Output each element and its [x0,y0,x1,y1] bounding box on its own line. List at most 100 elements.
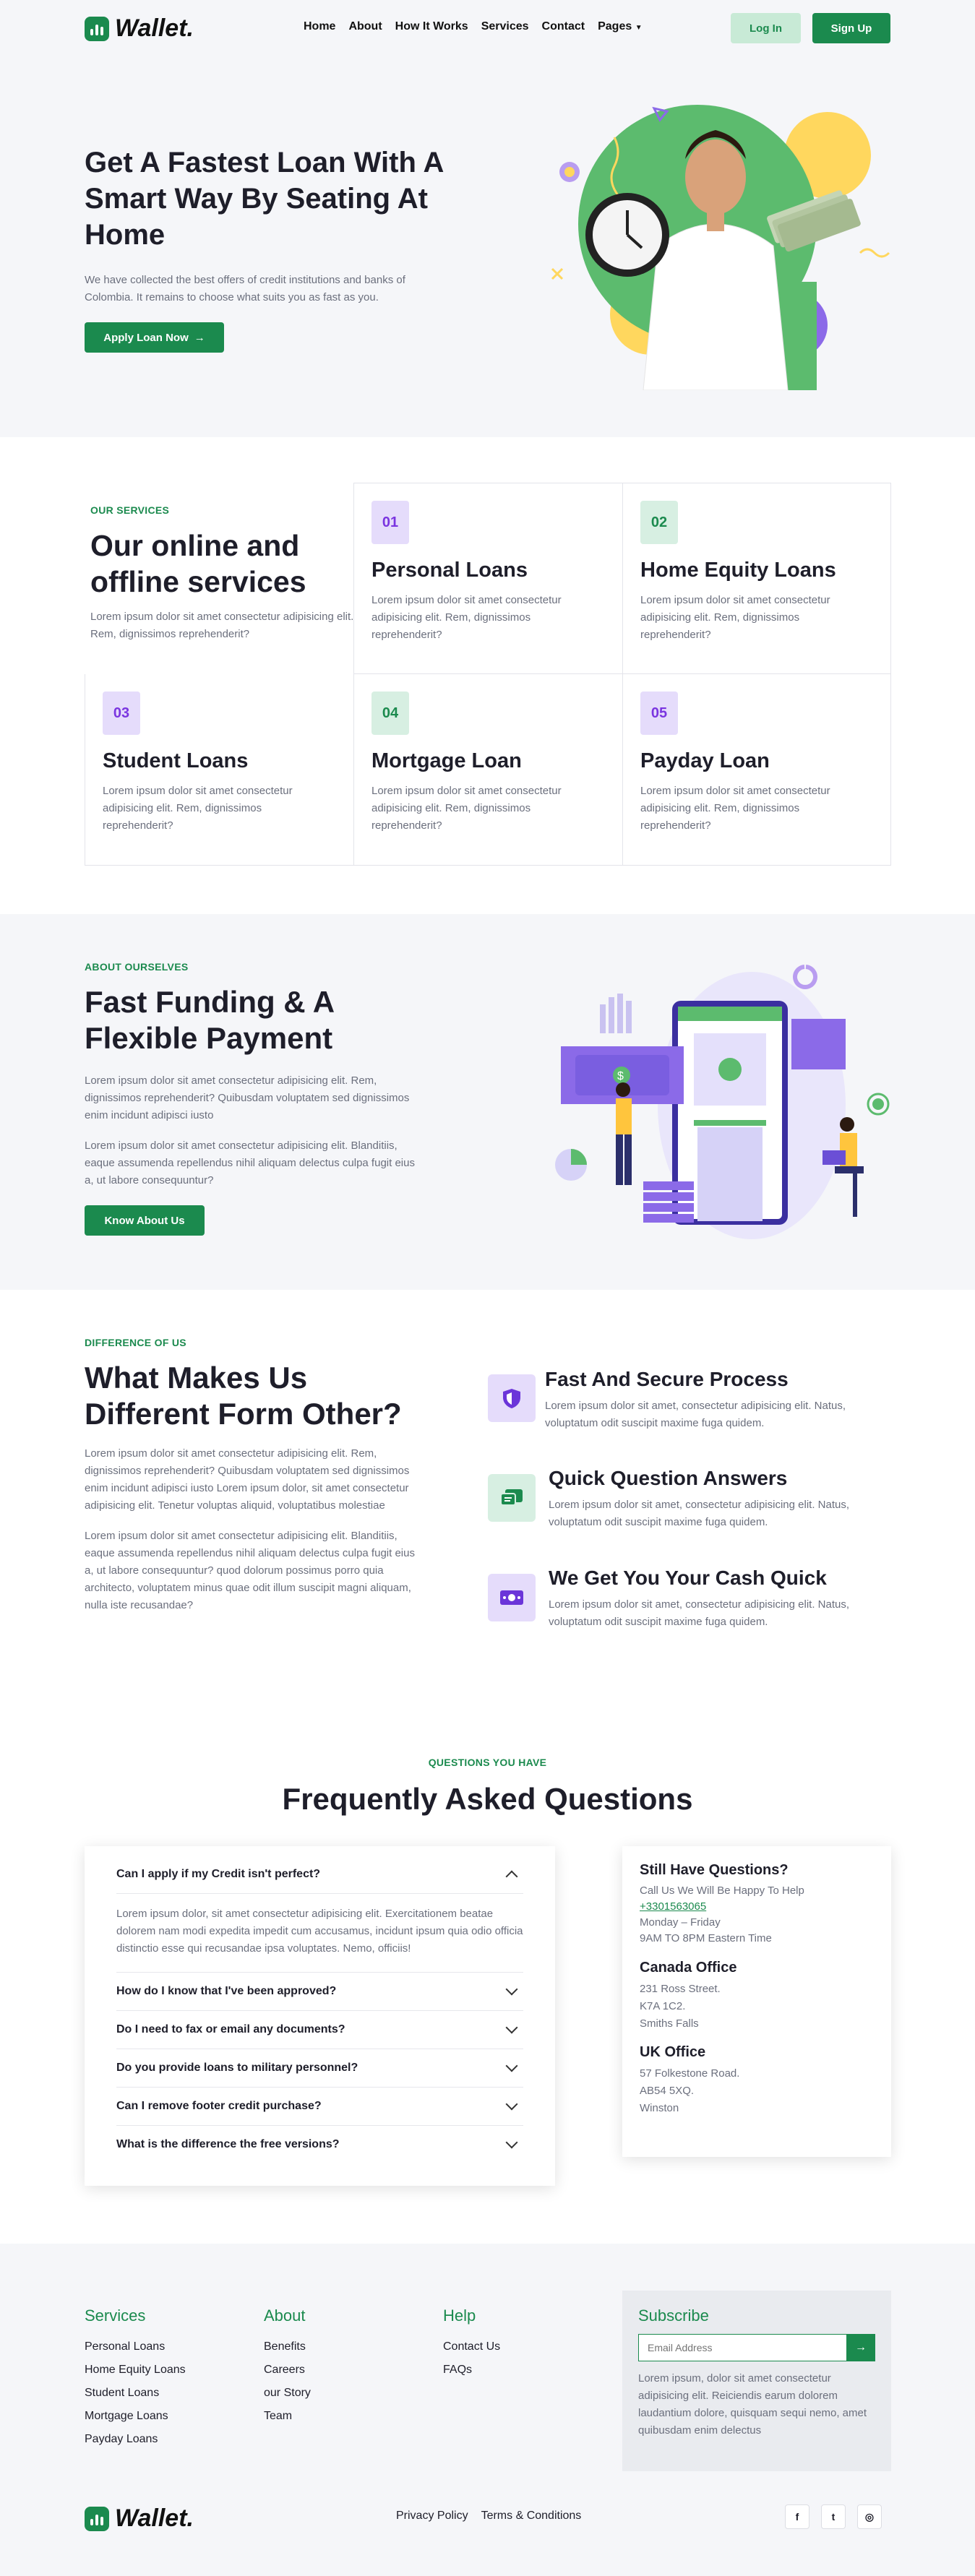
faq-question[interactable]: Do I need to fax or email any documents? [116,2010,523,2049]
faq-accordion: Can I apply if my Credit isn't perfect? … [85,1846,555,2186]
faq-question-text: What is the difference the free versions… [116,2138,340,2150]
subscribe-button[interactable]: → [846,2334,875,2361]
nav-services[interactable]: Services [481,20,529,33]
faq-answer: Lorem ipsum dolor, sit amet consectetur … [116,1893,523,1972]
contact-days: Monday – Friday [640,1916,721,1929]
difference-text-2: Lorem ipsum dolor sit amet consectetur a… [85,1530,415,1611]
uk-line: Winston [640,2102,679,2114]
service-desc: Lorem ipsum dolor sit amet consectetur a… [640,785,830,832]
social-links: f t ◎ [785,2504,882,2529]
service-card[interactable]: 04 Mortgage Loan Lorem ipsum dolor sit a… [353,674,623,866]
faq-question-text: Do I need to fax or email any documents? [116,2023,345,2036]
footer-link[interactable]: FAQs [443,2359,500,2382]
chevron-down-icon [505,2059,518,2072]
canada-line: Smiths Falls [640,2017,699,2030]
service-title: Student Loans [103,749,249,772]
faq-title: Frequently Asked Questions [282,1782,693,1816]
subscribe-text: Lorem ipsum, dolor sit amet consectetur … [638,2372,867,2437]
chevron-up-icon [505,1870,518,1882]
contact-title: Still Have Questions? [640,1862,789,1878]
services-title: Our online and offline services [90,529,306,598]
chevron-down-icon [505,2021,518,2034]
apply-loan-button[interactable]: Apply Loan Now → [85,322,224,353]
subscribe-form: → [638,2334,875,2361]
chat-icon [488,1474,536,1522]
service-number: 04 [371,692,409,735]
footer-link[interactable]: our Story [264,2382,311,2405]
service-card[interactable]: 01 Personal Loans Lorem ipsum dolor sit … [353,483,623,674]
canada-office-title: Canada Office [640,1960,737,1976]
service-card[interactable]: 03 Student Loans Lorem ipsum dolor sit a… [85,674,354,866]
contact-phone-link[interactable]: +3301563065 [640,1899,874,1915]
hero-text: We have collected the best offers of cre… [85,274,405,303]
email-input[interactable] [638,2334,846,2361]
services-intro: OUR SERVICES Our online and offline serv… [85,483,354,674]
about-tag: ABOUT OURSELVES [85,961,189,973]
faq-question[interactable]: Do you provide loans to military personn… [116,2049,523,2087]
logo[interactable]: Wallet. [85,14,194,43]
footer-logo[interactable]: Wallet. [85,2504,194,2533]
nav-about[interactable]: About [348,20,382,33]
faq-tag: QUESTIONS YOU HAVE [428,1757,547,1768]
chevron-down-icon [505,2098,518,2111]
faq-question[interactable]: Can I remove footer credit purchase? [116,2087,523,2125]
nav-contact[interactable]: Contact [542,20,585,33]
footer-link[interactable]: Payday Loans [85,2428,186,2451]
shield-icon [488,1374,536,1422]
service-desc: Lorem ipsum dolor sit amet consectetur a… [371,785,562,832]
footer-link[interactable]: Contact Us [443,2335,500,2359]
footer-link[interactable]: Personal Loans [85,2335,186,2359]
footer-link[interactable]: Benefits [264,2335,311,2359]
difference-tag: DIFFERENCE OF US [85,1337,186,1348]
instagram-icon[interactable]: ◎ [857,2504,882,2529]
faq-question-open[interactable]: Can I apply if my Credit isn't perfect? [116,1855,523,1893]
hero-title: Get A Fastest Loan With A Smart Way By S… [85,147,443,251]
caret-down-icon: ▼ [635,24,643,32]
faq-question-text: How do I know that I've been approved? [116,1985,337,1997]
nav-pages[interactable]: Pages ▼ [598,20,643,33]
service-card[interactable]: 05 Payday Loan Lorem ipsum dolor sit ame… [622,674,891,866]
about-illustration: $ [555,965,890,1239]
logo-text: Wallet. [115,2504,194,2532]
main-nav: Home About How It Works Services Contact… [304,20,643,33]
faq-question-text: Can I remove footer credit purchase? [116,2100,322,2112]
feature-title: Quick Question Answers [549,1467,788,1489]
nav-how-it-works[interactable]: How It Works [395,20,468,33]
know-about-button[interactable]: Know About Us [85,1205,205,1236]
faq-question[interactable]: How do I know that I've been approved? [116,1972,523,2010]
subscribe-box: Subscribe → Lorem ipsum, dolor sit amet … [622,2291,891,2471]
uk-line: 57 Folkestone Road. [640,2067,740,2080]
footer-help-title: Help [443,2306,476,2325]
footer-help: Help Contact Us FAQs [443,2306,500,2382]
footer-link[interactable]: Student Loans [85,2382,186,2405]
about-text-1: Lorem ipsum dolor sit amet consectetur a… [85,1074,410,1121]
logo-text: Wallet. [115,14,194,42]
footer-link[interactable]: Mortgage Loans [85,2405,186,2428]
faq-question-text: Do you provide loans to military personn… [116,2062,358,2074]
terms-link[interactable]: Terms & Conditions [481,2510,582,2523]
footer-link[interactable]: Team [264,2405,311,2428]
feature-desc: Lorem ipsum dolor sit amet, consectetur … [545,1400,846,1429]
service-card[interactable]: 02 Home Equity Loans Lorem ipsum dolor s… [622,483,891,674]
service-number: 05 [640,692,678,735]
services-tag: OUR SERVICES [90,504,170,516]
canada-line: 231 Ross Street. [640,1983,721,1995]
contact-card: Still Have Questions? Call Us We Will Be… [622,1846,891,2157]
footer-link[interactable]: Careers [264,2359,311,2382]
service-title: Personal Loans [371,559,528,582]
login-button[interactable]: Log In [731,13,801,43]
footer-legal: Privacy Policy Terms & Conditions [396,2510,581,2523]
uk-office-title: UK Office [640,2044,706,2060]
faq-question-text: Can I apply if my Credit isn't perfect? [116,1867,321,1880]
twitter-icon[interactable]: t [821,2504,846,2529]
logo-icon [85,16,109,41]
footer-services: Services Personal Loans Home Equity Loan… [85,2306,186,2451]
footer-link[interactable]: Home Equity Loans [85,2359,186,2382]
signup-button[interactable]: Sign Up [812,13,890,43]
privacy-link[interactable]: Privacy Policy [396,2510,468,2523]
facebook-icon[interactable]: f [785,2504,809,2529]
faq-question[interactable]: What is the difference the free versions… [116,2125,523,2163]
service-title: Payday Loan [640,749,770,772]
logo-icon [85,2506,109,2531]
nav-home[interactable]: Home [304,20,335,33]
